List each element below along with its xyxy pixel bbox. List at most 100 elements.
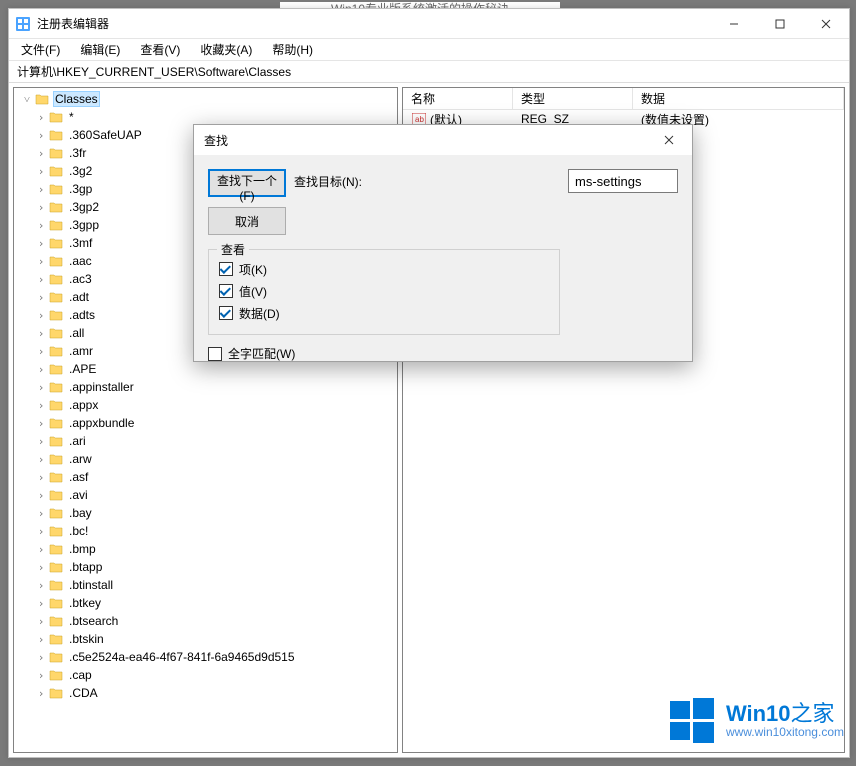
tree-item-label: .CDA (67, 686, 100, 700)
check-keys-box[interactable] (219, 262, 233, 276)
expand-icon[interactable]: › (34, 381, 48, 394)
maximize-button[interactable] (757, 9, 803, 39)
expand-icon[interactable]: › (34, 345, 48, 358)
tree-item[interactable]: › .appinstaller (14, 378, 397, 396)
expand-icon[interactable]: › (34, 309, 48, 322)
tree-item-label: .btinstall (67, 578, 115, 592)
check-values-label: 值(V) (239, 283, 267, 300)
check-data-row[interactable]: 数据(D) (219, 302, 549, 324)
address-bar[interactable]: 计算机\HKEY_CURRENT_USER\Software\Classes (9, 61, 849, 83)
menu-view[interactable]: 查看(V) (132, 39, 188, 60)
tree-item[interactable]: ›.avi (14, 486, 397, 504)
tree-item-label: .asf (67, 470, 90, 484)
menu-help[interactable]: 帮助(H) (264, 39, 321, 60)
folder-icon (48, 344, 64, 358)
expand-icon[interactable]: › (34, 669, 48, 682)
collapse-icon[interactable]: ˅ (20, 93, 34, 106)
expand-icon[interactable]: › (34, 327, 48, 340)
expand-icon[interactable]: › (34, 579, 48, 592)
col-name[interactable]: 名称 (403, 88, 513, 109)
find-dialog: 查找 查找目标(N): 查找下一个(F) 取消 查看 项(K) 值(V) 数据(… (193, 124, 693, 362)
expand-icon[interactable]: › (34, 543, 48, 556)
tree-item[interactable]: ›.bmp (14, 540, 397, 558)
menu-edit[interactable]: 编辑(E) (72, 39, 128, 60)
expand-icon[interactable]: › (34, 633, 48, 646)
tree-item[interactable]: › .appx (14, 396, 397, 414)
titlebar: 注册表编辑器 (9, 9, 849, 39)
folder-icon (48, 524, 64, 538)
match-whole-row[interactable]: 全字匹配(W) (208, 345, 560, 362)
tree-item-label: .all (67, 326, 86, 340)
menu-file[interactable]: 文件(F) (13, 39, 68, 60)
tree-item[interactable]: ›.btsearch (14, 612, 397, 630)
tree-item[interactable]: ›.btskin (14, 630, 397, 648)
expand-icon[interactable]: › (34, 219, 48, 232)
expand-icon[interactable]: › (34, 147, 48, 160)
tree-item[interactable]: › .CDA (14, 684, 397, 702)
expand-icon[interactable]: › (34, 507, 48, 520)
expand-icon[interactable]: › (34, 435, 48, 448)
tree-item[interactable]: › .arw (14, 450, 397, 468)
regedit-window: 注册表编辑器 文件(F) 编辑(E) 查看(V) 收藏夹(A) 帮助(H) 计算… (8, 8, 850, 758)
check-data-box[interactable] (219, 306, 233, 320)
col-type[interactable]: 类型 (513, 88, 633, 109)
expand-icon[interactable]: › (34, 525, 48, 538)
expand-icon[interactable]: › (34, 165, 48, 178)
col-data[interactable]: 数据 (633, 88, 844, 109)
expand-icon[interactable]: › (34, 597, 48, 610)
expand-icon[interactable]: › (34, 183, 48, 196)
tree-item-label: .arw (67, 452, 94, 466)
folder-icon (48, 308, 64, 322)
expand-icon[interactable]: › (34, 471, 48, 484)
tree-item[interactable]: › .btkey (14, 594, 397, 612)
folder-icon (48, 272, 64, 286)
find-next-button[interactable]: 查找下一个(F) (208, 169, 286, 197)
expand-icon[interactable]: › (34, 363, 48, 376)
folder-icon (48, 254, 64, 268)
expand-icon[interactable]: › (34, 111, 48, 124)
expand-icon[interactable]: › (34, 201, 48, 214)
tree-item-label: .appinstaller (67, 380, 136, 394)
expand-icon[interactable]: › (34, 453, 48, 466)
menu-favorites[interactable]: 收藏夹(A) (192, 39, 260, 60)
expand-icon[interactable]: › (34, 651, 48, 664)
tree-item[interactable]: › .ari (14, 432, 397, 450)
check-values-box[interactable] (219, 284, 233, 298)
close-button[interactable] (803, 9, 849, 39)
folder-icon (48, 686, 64, 700)
check-values-row[interactable]: 值(V) (219, 280, 549, 302)
tree-item-label: .3fr (67, 146, 88, 160)
expand-icon[interactable]: › (34, 129, 48, 142)
check-keys-row[interactable]: 项(K) (219, 258, 549, 280)
tree-item[interactable]: › .btapp (14, 558, 397, 576)
tree-item-label: .btkey (67, 596, 103, 610)
tree-item[interactable]: ›.bc! (14, 522, 397, 540)
expand-icon[interactable]: › (34, 687, 48, 700)
expand-icon[interactable]: › (34, 255, 48, 268)
expand-icon[interactable]: › (34, 291, 48, 304)
expand-icon[interactable]: › (34, 273, 48, 286)
tree-item-label: .btapp (67, 560, 104, 574)
tree-root[interactable]: ˅Classes (14, 90, 397, 108)
expand-icon[interactable]: › (34, 489, 48, 502)
tree-item-label: .ari (67, 434, 88, 448)
expand-icon[interactable]: › (34, 237, 48, 250)
find-target-input[interactable] (568, 169, 678, 193)
tree-item[interactable]: ›.bay (14, 504, 397, 522)
expand-icon[interactable]: › (34, 561, 48, 574)
tree-item[interactable]: ›.cap (14, 666, 397, 684)
folder-icon (48, 434, 64, 448)
expand-icon[interactable]: › (34, 615, 48, 628)
expand-icon[interactable]: › (34, 417, 48, 430)
tree-item[interactable]: › .btinstall (14, 576, 397, 594)
folder-icon (48, 614, 64, 628)
tree-item-label: .appx (67, 398, 100, 412)
tree-item[interactable]: ›.appxbundle (14, 414, 397, 432)
expand-icon[interactable]: › (34, 399, 48, 412)
cancel-button[interactable]: 取消 (208, 207, 286, 235)
minimize-button[interactable] (711, 9, 757, 39)
match-whole-box[interactable] (208, 347, 222, 361)
find-dialog-close-button[interactable] (646, 125, 692, 155)
tree-item[interactable]: ›.c5e2524a-ea46-4f67-841f-6a9465d9d515 (14, 648, 397, 666)
tree-item[interactable]: › .asf (14, 468, 397, 486)
